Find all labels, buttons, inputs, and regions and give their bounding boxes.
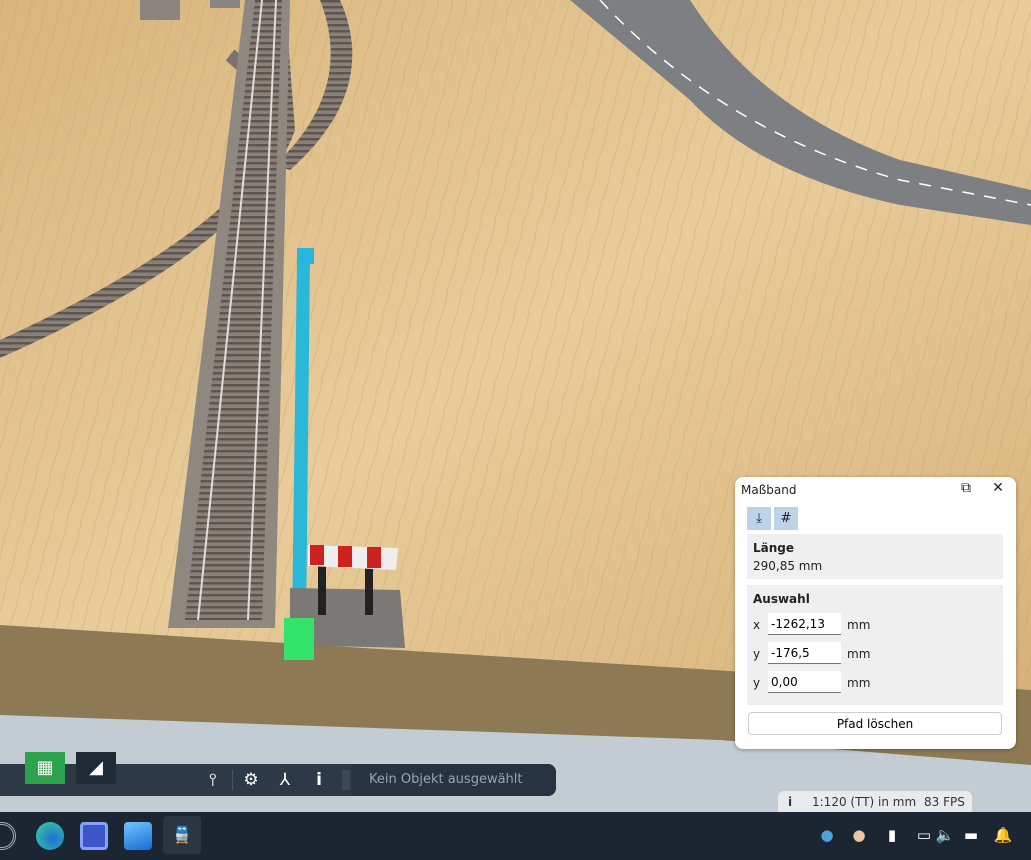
length-heading: Länge xyxy=(753,541,795,555)
floppy-save-icon[interactable] xyxy=(80,822,108,850)
measuring-tape-panel: Maßband ⧉ ✕ ⤓ # Länge 290,85 mm Auswahl … xyxy=(735,477,1016,749)
tape-start-handle[interactable] xyxy=(284,618,314,660)
network-icon[interactable]: ▭ xyxy=(913,826,935,844)
notification-bell-icon[interactable]: 🔔 xyxy=(992,826,1014,844)
battery-icon[interactable]: ▬ xyxy=(960,826,982,844)
unit-label: mm xyxy=(847,618,871,632)
panel-title: Maßband xyxy=(741,483,797,497)
app-icon[interactable] xyxy=(0,822,16,850)
lightbulb-icon[interactable]: ● xyxy=(848,826,870,844)
length-section: Länge 290,85 mm xyxy=(747,534,1003,579)
train-app-icon[interactable]: 🚆 xyxy=(163,816,201,854)
selection-heading: Auswahl xyxy=(753,592,810,606)
z-input[interactable] xyxy=(768,671,841,693)
x-input[interactable] xyxy=(768,613,841,635)
snap-to-ground-button[interactable]: ⤓ xyxy=(747,507,771,530)
tape-end-handle[interactable] xyxy=(297,248,314,264)
info-icon: i xyxy=(788,795,793,809)
adjust-sliders-icon[interactable]: ⫯ xyxy=(202,769,224,791)
unit-label: mm xyxy=(847,676,871,690)
clear-path-button[interactable]: Pfad löschen xyxy=(748,712,1002,735)
taskbar: 🚆 ● ● ▮ ▭ 🔈 ▬ 🔔 xyxy=(0,812,1031,860)
coord-row-y: y mm xyxy=(753,642,993,666)
coord-row-x: x mm xyxy=(753,613,993,637)
audio-meter-icon[interactable]: ▮ xyxy=(881,826,903,844)
edge-browser-icon[interactable] xyxy=(36,822,64,850)
fps-label: 83 FPS xyxy=(924,795,965,809)
length-value: 290,85 mm xyxy=(753,559,823,573)
terrain-button[interactable]: ◢ xyxy=(76,752,116,784)
coord-label: y xyxy=(753,647,761,661)
close-icon[interactable]: ✕ xyxy=(988,480,1008,500)
axes-icon[interactable]: ⅄ xyxy=(274,769,296,791)
grid-view-button[interactable]: ▦ xyxy=(25,752,65,784)
info-icon[interactable]: i xyxy=(308,769,330,791)
coord-row-z: y mm xyxy=(753,671,993,695)
info-bar: i 1:120 (TT) in mm 83 FPS xyxy=(778,791,972,813)
gear-icon[interactable]: ⚙ xyxy=(240,769,262,791)
y-input[interactable] xyxy=(768,642,841,664)
steam-icon[interactable]: ● xyxy=(816,826,838,844)
track-button[interactable]: # xyxy=(774,507,798,530)
unit-label: mm xyxy=(847,647,871,661)
selection-status: Kein Objekt ausgewählt xyxy=(352,764,556,796)
volume-icon[interactable]: 🔈 xyxy=(934,826,956,844)
terrain-icon: ◢ xyxy=(89,757,103,778)
grid-icon: ▦ xyxy=(36,757,54,778)
selection-section: Auswahl x mm y mm y mm xyxy=(747,585,1003,705)
coord-label: y xyxy=(753,676,761,690)
popout-icon[interactable]: ⧉ xyxy=(956,480,976,500)
track-icon: # xyxy=(780,511,792,526)
coord-label: x xyxy=(753,618,761,632)
scale-label: 1:120 (TT) in mm xyxy=(812,795,917,809)
photos-icon[interactable] xyxy=(124,822,152,850)
snap-to-ground-icon: ⤓ xyxy=(756,511,762,526)
